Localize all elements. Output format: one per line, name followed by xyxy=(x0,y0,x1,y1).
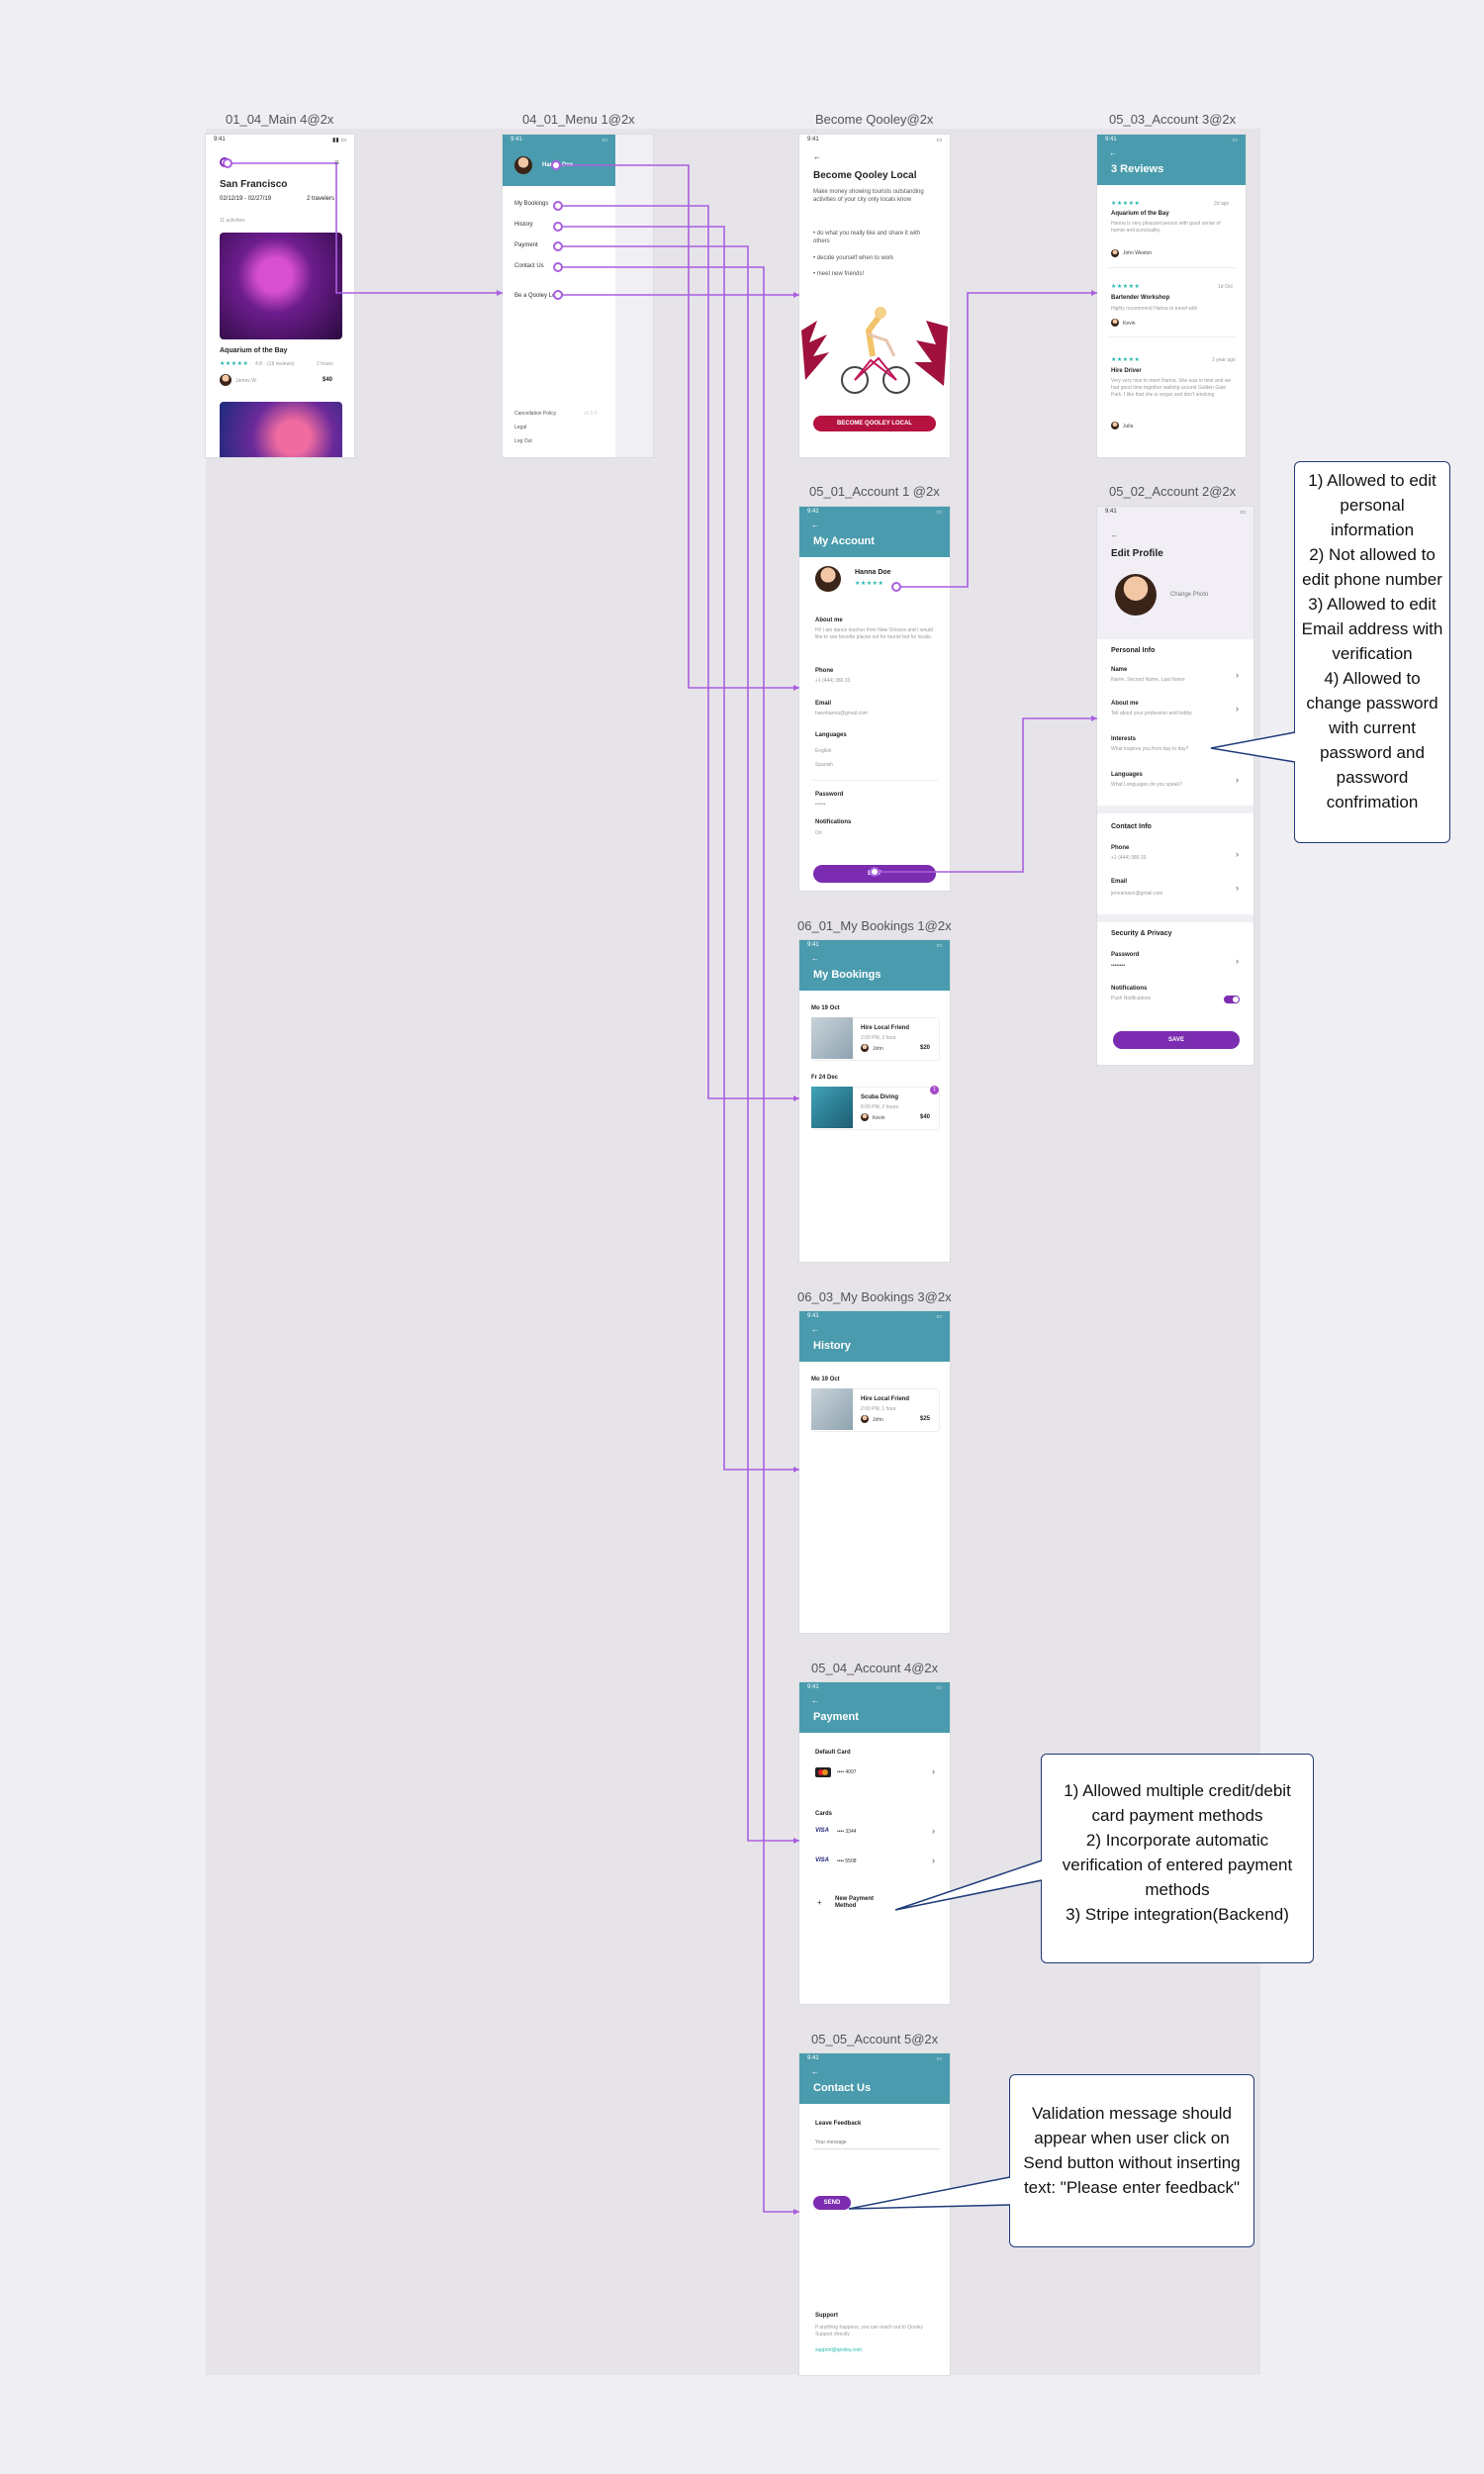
arrow-history xyxy=(793,1467,799,1473)
node-rating xyxy=(891,582,901,592)
link-menu-to-account xyxy=(556,164,799,689)
node-menu-become xyxy=(553,290,563,300)
arrow-payment xyxy=(793,1838,799,1844)
link-menu-contact xyxy=(558,266,799,2213)
prototype-links xyxy=(223,158,1296,2215)
link-main-to-menu xyxy=(228,162,503,294)
arrow-edit-profile xyxy=(1091,715,1097,721)
node-menu-header xyxy=(551,160,561,170)
arrow-account xyxy=(793,685,799,691)
design-canvas: 01_04_Main 4@2x 9:41 ▮▮ ▭ ≡ San Francisco… xyxy=(0,0,1484,2474)
link-edit-profile xyxy=(875,717,1097,873)
link-arrowheads xyxy=(497,290,1097,2215)
link-rating-reviews xyxy=(896,292,1097,588)
arrow-bookings xyxy=(793,1095,799,1101)
link-lines xyxy=(228,162,1097,2213)
arrow-contact xyxy=(793,2209,799,2215)
node-edit xyxy=(870,867,880,877)
node-menu-payment xyxy=(553,241,563,251)
arrow-menu xyxy=(497,290,503,296)
pointer-contact xyxy=(848,2176,1011,2210)
node-menu-history xyxy=(553,222,563,232)
pointer-profile xyxy=(1210,731,1296,763)
arrow-reviews xyxy=(1091,290,1097,296)
pointer-payment xyxy=(894,1859,1043,1911)
link-nodes xyxy=(223,158,901,877)
callout-pointers xyxy=(848,731,1296,2210)
node-menu-contact xyxy=(553,262,563,272)
arrow-become xyxy=(793,292,799,298)
node-main-search xyxy=(223,158,232,168)
node-menu-bookings xyxy=(553,201,563,211)
